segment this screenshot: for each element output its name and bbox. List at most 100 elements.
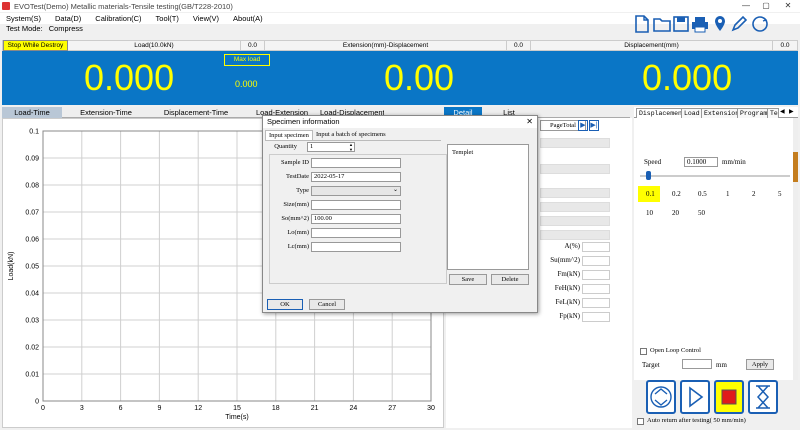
tab-input-batch[interactable]: Input a batch of specimens [313, 130, 389, 140]
label-feh: FeH(kN) [554, 284, 580, 292]
tab-displacement-time[interactable]: Displacement-Time [150, 107, 242, 118]
value-su [582, 256, 610, 266]
print-icon[interactable] [690, 14, 710, 34]
speed-preset-1[interactable]: 1 [726, 190, 730, 198]
open-loop-checkbox[interactable] [640, 348, 647, 355]
target-unit: mm [716, 361, 727, 369]
y-tick-label: 0.09 [25, 156, 39, 163]
stop-while-destroy-button[interactable]: Stop While Destroy [3, 40, 68, 51]
displacement-readout: 0.000 [642, 57, 733, 98]
target-input[interactable] [682, 359, 712, 369]
x-tick-label: 27 [388, 405, 396, 412]
speed-preset-50[interactable]: 50 [698, 209, 705, 217]
x-tick-label: 24 [350, 405, 358, 412]
speed-input[interactable]: 0.1000 [684, 157, 718, 167]
y-tick-label: 0 [35, 399, 39, 406]
chevron-down-icon[interactable]: ⌄ [393, 186, 398, 193]
rtab-load[interactable]: Load [681, 108, 703, 118]
menu-data[interactable]: Data(D) [55, 13, 81, 24]
y-tick-label: 0.1 [29, 129, 39, 136]
speed-preset-10[interactable]: 10 [646, 209, 653, 217]
speed-preset-2[interactable]: 2 [752, 190, 756, 198]
speed-preset-0-5[interactable]: 0.5 [698, 190, 707, 198]
auto-return-checkbox[interactable] [637, 418, 644, 425]
extension-channel-label: Extension(mm)-Displacement [265, 41, 507, 50]
menu-calibration[interactable]: Calibration(C) [95, 13, 141, 24]
label-fel: FeL(kN) [555, 298, 581, 306]
hourglass-return-button[interactable] [748, 380, 778, 414]
tab-input-specimen[interactable]: Input specimen [265, 130, 313, 140]
templet-list[interactable]: Templet [447, 144, 529, 270]
speed-preset-5[interactable]: 5 [778, 190, 782, 198]
templet-save-button[interactable]: Save [449, 274, 487, 285]
dialog-close-icon[interactable]: ✕ [526, 116, 533, 128]
x-tick-label: 3 [80, 405, 84, 412]
tab-scroll-right-icon[interactable]: ▶ [789, 108, 794, 115]
new-file-icon[interactable] [632, 14, 652, 34]
speed-slider-track[interactable] [640, 175, 790, 177]
apply-button[interactable]: Apply [746, 359, 774, 370]
y-axis-label: Load(kN) [8, 252, 15, 281]
menu-system[interactable]: System(S) [6, 13, 41, 24]
ok-button[interactable]: OK [267, 299, 303, 310]
menu-about[interactable]: About(A) [233, 13, 263, 24]
menu-view[interactable]: View(V) [193, 13, 219, 24]
templet-delete-button[interactable]: Delete [491, 274, 529, 285]
speed-control-panel: Speed 0.1000 mm/min 0.1 0.2 0.5 1 2 5 10… [634, 118, 798, 380]
label-fp: Fp(kN) [559, 312, 580, 320]
refresh-360-icon[interactable] [750, 14, 770, 34]
so-input[interactable]: 100.00 [311, 214, 401, 224]
extension-readout: 0.00 [384, 57, 455, 98]
value-a [582, 242, 610, 252]
save-icon[interactable] [671, 14, 691, 34]
tab-load-time[interactable]: Load-Time [2, 107, 62, 118]
rtab-program[interactable]: Program [737, 108, 771, 118]
label-su: Su(mm^2) [550, 256, 580, 264]
max-load-button[interactable]: Max load [224, 54, 270, 66]
open-loop-label: Open Loop Control [650, 347, 701, 354]
stop-button[interactable] [714, 380, 744, 414]
testdate-input[interactable]: 2022-05-17 [311, 172, 401, 182]
rtab-te[interactable]: Te [767, 108, 779, 118]
stepper-arrows-icon[interactable]: ▲ ▼ [347, 142, 355, 152]
value-fel [582, 298, 610, 308]
next-page-button[interactable]: ▶ [578, 120, 588, 131]
sample-id-input[interactable] [311, 158, 401, 168]
detail-field [540, 216, 610, 226]
right-scrollbar[interactable] [793, 118, 798, 380]
open-folder-icon[interactable] [652, 14, 672, 34]
speed-unit: mm/min [722, 158, 746, 166]
speed-slider-handle[interactable] [646, 171, 651, 180]
x-tick-label: 15 [233, 405, 241, 412]
scrollbar-thumb[interactable] [793, 152, 798, 182]
speed-preset-0-2[interactable]: 0.2 [672, 190, 681, 198]
speed-preset-0-1[interactable]: 0.1 [646, 190, 655, 198]
edit-pen-icon[interactable] [729, 14, 749, 34]
size-input[interactable] [311, 200, 401, 210]
minimize-button[interactable]: — [736, 1, 756, 10]
jog-up-down-button[interactable] [646, 380, 676, 414]
rtab-extension[interactable]: Extension [701, 108, 743, 118]
tab-scroll-left-icon[interactable]: ◀ [780, 108, 785, 115]
close-button[interactable]: ✕ [778, 1, 798, 10]
lo-input[interactable] [311, 228, 401, 238]
x-axis-label: Time(s) [225, 414, 248, 421]
templet-header: Templet [452, 149, 474, 156]
location-pin-icon[interactable] [710, 14, 730, 34]
lc-label: Lc(mm) [287, 243, 309, 250]
tab-extension-time[interactable]: Extension-Time [68, 107, 144, 118]
displacement-channel-value: 0.0 [780, 42, 790, 49]
type-select[interactable] [311, 186, 401, 196]
menu-tool[interactable]: Tool(T) [156, 13, 179, 24]
maximize-button[interactable]: ▢ [756, 1, 776, 10]
start-play-button[interactable] [680, 380, 710, 414]
lc-input[interactable] [311, 242, 401, 252]
x-tick-label: 21 [311, 405, 319, 412]
value-fm [582, 270, 610, 280]
y-tick-label: 0.05 [25, 264, 39, 271]
y-tick-label: 0.08 [25, 183, 39, 190]
speed-preset-20[interactable]: 20 [672, 209, 679, 217]
cancel-button[interactable]: Cancel [309, 299, 345, 310]
y-tick-label: 0.06 [25, 237, 39, 244]
last-page-button[interactable]: ▶| [589, 120, 599, 131]
